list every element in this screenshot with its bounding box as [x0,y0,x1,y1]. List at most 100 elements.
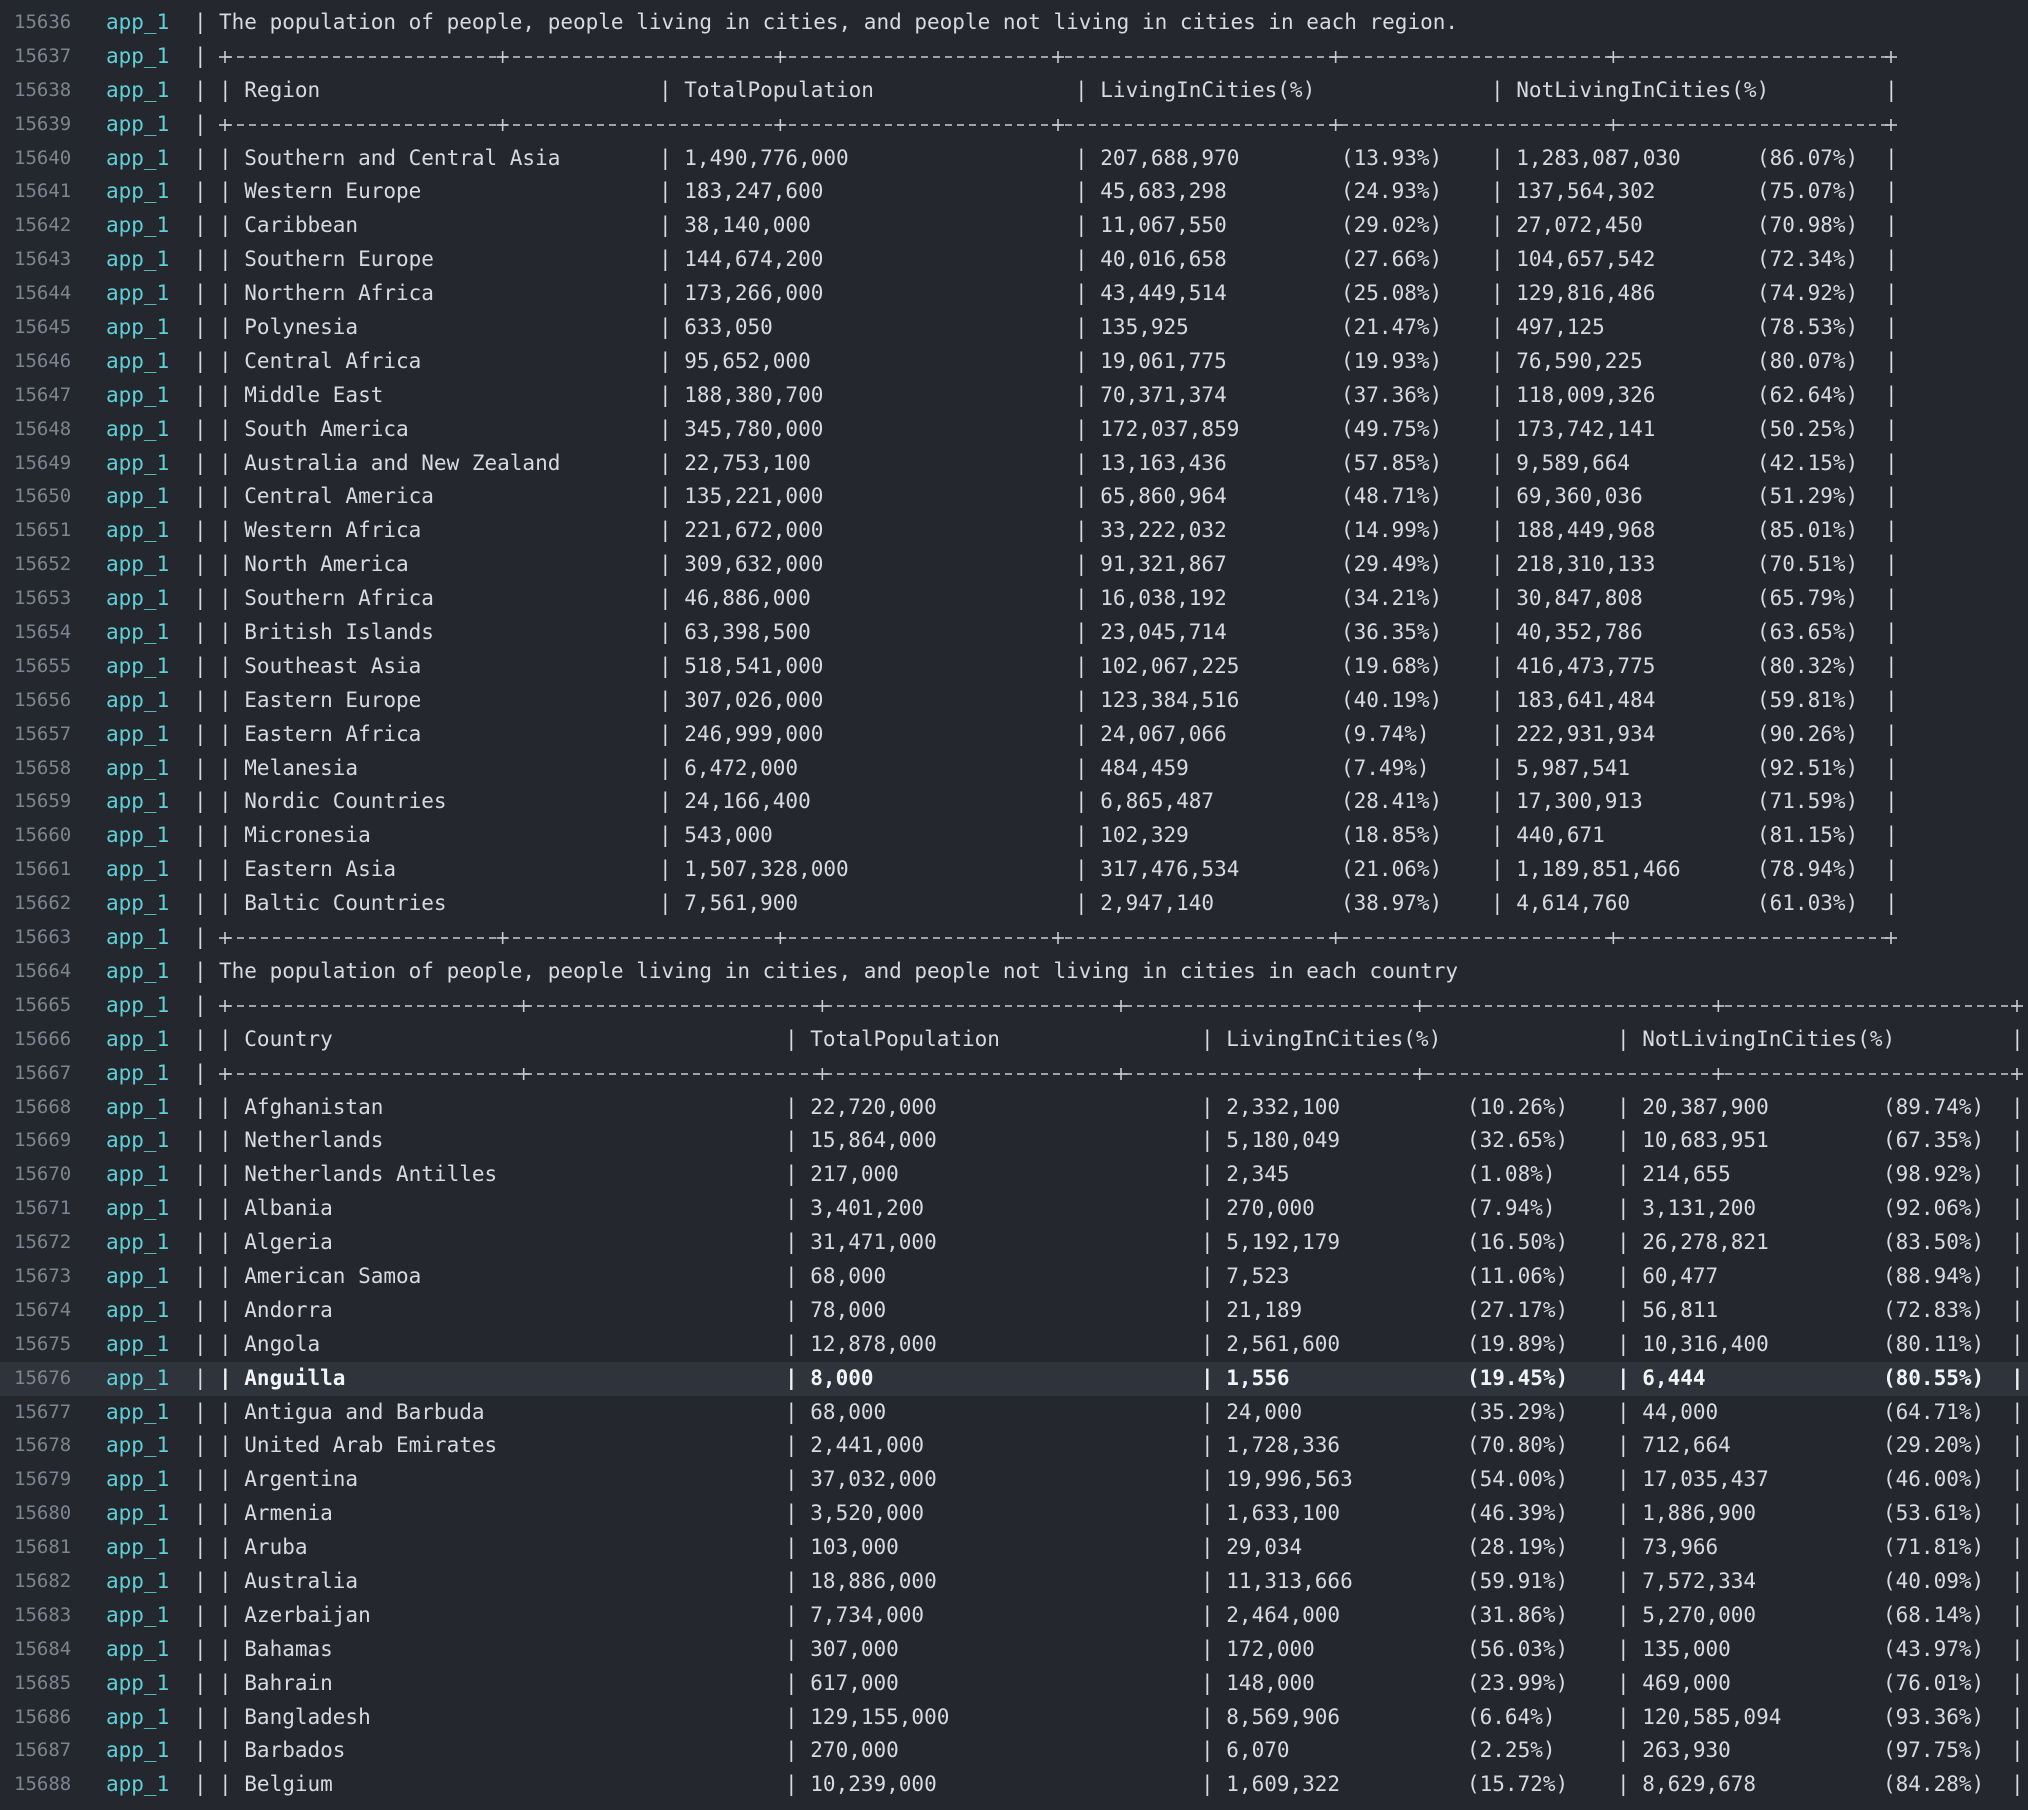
not-living-in-cities-cell: | 10,683,951 [1617,1128,1769,1153]
not-living-in-cities-percent-cell: (78.53%) [1757,315,1859,340]
table-row: 15682 app_1 | | Australia | 18,886,000 | 11,3… [0,1565,2028,1599]
service-name: app_1 [106,552,170,577]
service-name: app_1 [106,755,170,780]
table-border-pipe: | [1885,382,1898,407]
table-header-cell: | TotalPopulation [785,1026,1000,1051]
living-in-cities-cell: | 8,569,906 [1201,1704,1341,1729]
not-living-in-cities-percent-cell: (68.14%) [1883,1602,1985,1627]
line-number: 15667 [14,1061,72,1084]
total-population-cell: | 135,221,000 [659,484,824,509]
service-name: app_1 [106,281,170,306]
service-name: app_1 [106,111,170,136]
table-border-pipe: | [2011,1162,2024,1187]
table-row: 15654 app_1 | | British Islands | 63,398,500… [0,616,2028,650]
total-population-cell: | 1,507,328,000 [659,857,849,882]
not-living-in-cities-percent-cell: (71.81%) [1883,1535,1985,1560]
not-living-in-cities-cell: | 30,847,808 [1491,586,1643,611]
log-separator: | [194,789,207,814]
table-border-pipe: | [2011,1433,2024,1458]
service-name: app_1 [106,1399,170,1424]
name-cell: | Southern and Central Asia [219,145,561,170]
not-living-in-cities-percent-cell: (80.55%) [1883,1365,1985,1390]
living-in-cities-percent-cell: (15.72%) [1467,1772,1569,1797]
not-living-in-cities-cell: | 263,930 [1617,1738,1731,1763]
name-cell: | Andorra [219,1297,333,1322]
living-in-cities-cell: | 16,038,192 [1075,586,1227,611]
name-cell: | United Arab Emirates [219,1433,498,1458]
table-row: 15674 app_1 | | Andorra | 78,000 | 21,189 (27.… [0,1294,2028,1328]
living-in-cities-percent-cell: (24.93%) [1341,179,1443,204]
not-living-in-cities-cell: | 214,655 [1617,1162,1731,1187]
not-living-in-cities-cell: | 44,000 [1617,1399,1719,1424]
not-living-in-cities-percent-cell: (81.15%) [1757,823,1859,848]
service-name: app_1 [106,1501,170,1526]
total-population-cell: | 12,878,000 [785,1331,937,1356]
total-population-cell: | 221,672,000 [659,518,824,543]
total-population-cell: | 10,239,000 [785,1772,937,1797]
log-separator: | [194,1331,207,1356]
table-border [219,1067,2023,1080]
not-living-in-cities-cell: | 40,352,786 [1491,620,1643,645]
service-name: app_1 [106,348,170,373]
living-in-cities-percent-cell: (19.68%) [1341,653,1443,678]
table-border-pipe: | [1885,281,1898,306]
living-in-cities-percent-cell: (27.17%) [1467,1297,1569,1322]
living-in-cities-cell: | 123,384,516 [1075,687,1240,712]
living-in-cities-cell: | 6,070 [1201,1738,1290,1763]
log-line: 15639 app_1 | [0,108,2028,142]
not-living-in-cities-cell: | 56,811 [1617,1297,1719,1322]
living-in-cities-percent-cell: (48.71%) [1341,484,1443,509]
table-border-pipe: | [2011,1094,2024,1119]
line-number: 15637 [14,44,72,67]
name-cell: | Barbados [219,1738,346,1763]
total-population-cell: | 24,166,400 [659,789,811,814]
not-living-in-cities-percent-cell: (90.26%) [1757,721,1859,746]
line-number: 15643 [14,248,72,271]
not-living-in-cities-cell: | 218,310,133 [1491,552,1656,577]
not-living-in-cities-percent-cell: (72.34%) [1757,247,1859,272]
total-population-cell: | 68,000 [785,1399,887,1424]
table-header-cell: | Country [219,1026,333,1051]
name-cell: | Baltic Countries [219,891,447,916]
table-row: 15652 app_1 | | North America | 309,632,000 |… [0,548,2028,582]
line-number: 15648 [14,417,72,440]
total-population-cell: | 617,000 [785,1670,899,1695]
line-number: 15670 [14,1163,72,1186]
service-name: app_1 [106,145,170,170]
living-in-cities-cell: | 1,728,336 [1201,1433,1341,1458]
not-living-in-cities-percent-cell: (70.51%) [1757,552,1859,577]
line-number: 15646 [14,349,72,372]
table-border-pipe: | [1885,77,1898,102]
living-in-cities-cell: | 21,189 [1201,1297,1303,1322]
living-in-cities-cell: | 91,321,867 [1075,552,1227,577]
living-in-cities-cell: | 70,371,374 [1075,382,1227,407]
log-separator: | [194,1636,207,1661]
service-name: app_1 [106,43,170,68]
living-in-cities-percent-cell: (29.02%) [1341,213,1443,238]
log-separator: | [194,653,207,678]
table-border-pipe: | [1885,687,1898,712]
living-in-cities-cell: | 2,947,140 [1075,891,1215,916]
log-separator: | [194,1297,207,1322]
line-number: 15669 [14,1129,72,1152]
service-name: app_1 [106,823,170,848]
table-row: 15660 app_1 | | Micronesia | 543,000 | 102,32… [0,819,2028,853]
total-population-cell: | 309,632,000 [659,552,824,577]
log-separator: | [194,179,207,204]
living-in-cities-cell: | 45,683,298 [1075,179,1227,204]
total-population-cell: | 38,140,000 [659,213,811,238]
table-row: 15662 app_1 | | Baltic Countries | 7,561,900… [0,887,2028,921]
table-border-pipe: | [2011,1128,2024,1153]
service-name: app_1 [106,1196,170,1221]
name-cell: | Central America [219,484,434,509]
living-in-cities-cell: | 2,464,000 [1201,1602,1341,1627]
name-cell: | Albania [219,1196,333,1221]
not-living-in-cities-percent-cell: (89.74%) [1883,1094,1985,1119]
table-border-pipe: | [2011,1467,2024,1492]
log-separator: | [194,43,207,68]
not-living-in-cities-percent-cell: (88.94%) [1883,1263,1985,1288]
log-separator: | [194,1670,207,1695]
table-border-pipe: | [2011,1535,2024,1560]
line-number: 15665 [14,993,72,1016]
name-cell: | Angola [219,1331,321,1356]
